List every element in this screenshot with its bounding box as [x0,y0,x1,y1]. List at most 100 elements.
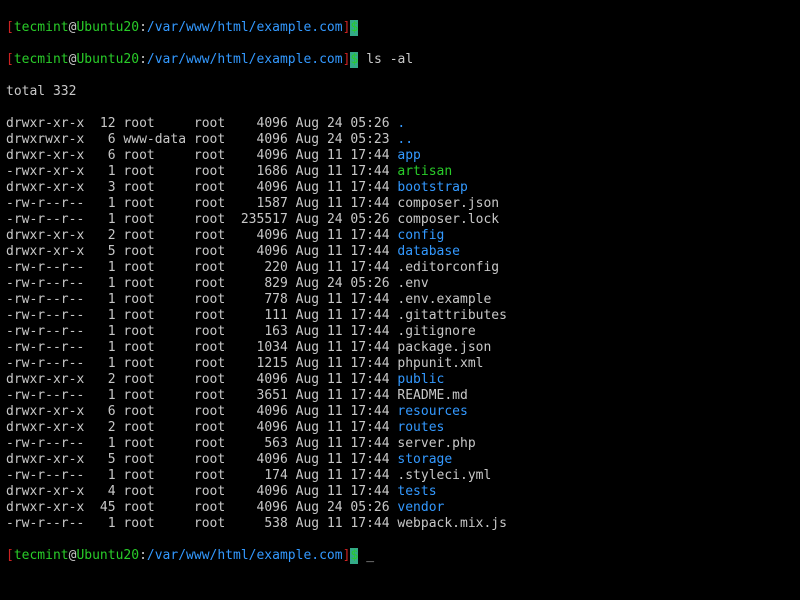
file-links: 1 [92,308,115,323]
prompt-line-cursor[interactable]: [tecmint@Ubuntu20:/var/www/html/example.… [6,548,794,564]
bracket-close: ] [343,20,351,35]
file-listing: drwxr-xr-x 12 root root 4096 Aug 24 05:2… [6,116,794,532]
file-row: -rw-r--r-- 1 root root 1034 Aug 11 17:44… [6,340,794,356]
file-group: root [194,132,233,147]
file-links: 1 [92,324,115,339]
file-perm: drwxr-xr-x [6,148,84,163]
file-name: . [397,116,405,131]
file-group: root [194,292,233,307]
file-name: .gitattributes [397,308,507,323]
file-name: composer.lock [397,212,499,227]
prompt-colon: : [139,20,147,35]
file-group: root [194,468,233,483]
file-group: root [194,436,233,451]
file-date: Aug 11 17:44 [296,196,390,211]
file-owner: root [123,148,186,163]
file-date: Aug 24 05:26 [296,500,390,515]
file-date: Aug 11 17:44 [296,420,390,435]
file-perm: -rw-r--r-- [6,516,84,531]
file-group: root [194,404,233,419]
file-row: -rw-r--r-- 1 root root 829 Aug 24 05:26 … [6,276,794,292]
file-row: -rw-r--r-- 1 root root 163 Aug 11 17:44 … [6,324,794,340]
file-group: root [194,324,233,339]
terminal-output[interactable]: [tecmint@Ubuntu20:/var/www/html/example.… [0,0,800,584]
file-size: 4096 [241,148,288,163]
file-name: composer.json [397,196,499,211]
file-row: drwxr-xr-x 6 root root 4096 Aug 11 17:44… [6,404,794,420]
file-group: root [194,308,233,323]
file-row: drwxr-xr-x 45 root root 4096 Aug 24 05:2… [6,500,794,516]
file-row: drwxr-xr-x 2 root root 4096 Aug 11 17:44… [6,420,794,436]
file-row: -rw-r--r-- 1 root root 220 Aug 11 17:44 … [6,260,794,276]
file-size: 1215 [241,356,288,371]
file-row: -rw-r--r-- 1 root root 538 Aug 11 17:44 … [6,516,794,532]
file-group: root [194,164,233,179]
file-links: 6 [92,148,115,163]
file-row: drwxr-xr-x 5 root root 4096 Aug 11 17:44… [6,244,794,260]
file-name: app [397,148,420,163]
file-size: 778 [241,292,288,307]
cursor: _ [366,548,374,564]
file-perm: -rw-r--r-- [6,276,84,291]
file-size: 1587 [241,196,288,211]
file-name: .gitignore [397,324,475,339]
prompt-user: tecmint [14,20,69,35]
file-date: Aug 11 17:44 [296,148,390,163]
file-row: drwxr-xr-x 6 root root 4096 Aug 11 17:44… [6,148,794,164]
file-row: drwxr-xr-x 2 root root 4096 Aug 11 17:44… [6,372,794,388]
file-owner: root [123,292,186,307]
command-text: ls -al [366,52,413,67]
file-owner: root [123,340,186,355]
file-perm: -rw-r--r-- [6,436,84,451]
file-perm: -rw-r--r-- [6,292,84,307]
file-name: routes [397,420,444,435]
total-line: total 332 [6,84,794,100]
file-name: config [397,228,444,243]
file-group: root [194,116,233,131]
file-owner: root [123,420,186,435]
file-name: database [397,244,460,259]
file-size: 235517 [241,212,288,227]
file-links: 1 [92,276,115,291]
file-row: -rw-r--r-- 1 root root 778 Aug 11 17:44 … [6,292,794,308]
file-perm: drwxr-xr-x [6,404,84,419]
file-owner: root [123,260,186,275]
file-row: drwxr-xr-x 12 root root 4096 Aug 24 05:2… [6,116,794,132]
file-date: Aug 11 17:44 [296,180,390,195]
prompt-line-command: [tecmint@Ubuntu20:/var/www/html/example.… [6,52,794,68]
file-size: 4096 [241,484,288,499]
file-perm: drwxr-xr-x [6,372,84,387]
file-owner: root [123,468,186,483]
file-size: 4096 [241,500,288,515]
file-name: README.md [397,388,467,403]
file-group: root [194,244,233,259]
file-size: 163 [241,324,288,339]
file-size: 4096 [241,404,288,419]
file-perm: -rwxr-xr-x [6,164,84,179]
file-date: Aug 24 05:26 [296,276,390,291]
file-row: -rwxr-xr-x 1 root root 1686 Aug 11 17:44… [6,164,794,180]
file-date: Aug 11 17:44 [296,484,390,499]
file-name: .styleci.yml [397,468,491,483]
file-name: resources [397,404,467,419]
file-group: root [194,516,233,531]
file-date: Aug 11 17:44 [296,468,390,483]
file-links: 5 [92,244,115,259]
file-perm: drwxrwxr-x [6,132,84,147]
file-group: root [194,212,233,227]
file-date: Aug 11 17:44 [296,308,390,323]
file-perm: drwxr-xr-x [6,452,84,467]
file-links: 1 [92,388,115,403]
file-size: 174 [241,468,288,483]
file-links: 12 [92,116,115,131]
file-row: drwxr-xr-x 3 root root 4096 Aug 11 17:44… [6,180,794,196]
file-links: 1 [92,516,115,531]
file-perm: -rw-r--r-- [6,260,84,275]
prompt-path: /var/www/html/example.com [147,20,343,35]
file-date: Aug 11 17:44 [296,164,390,179]
file-size: 829 [241,276,288,291]
file-owner: root [123,516,186,531]
file-size: 4096 [241,452,288,467]
file-perm: -rw-r--r-- [6,340,84,355]
file-row: drwxr-xr-x 2 root root 4096 Aug 11 17:44… [6,228,794,244]
